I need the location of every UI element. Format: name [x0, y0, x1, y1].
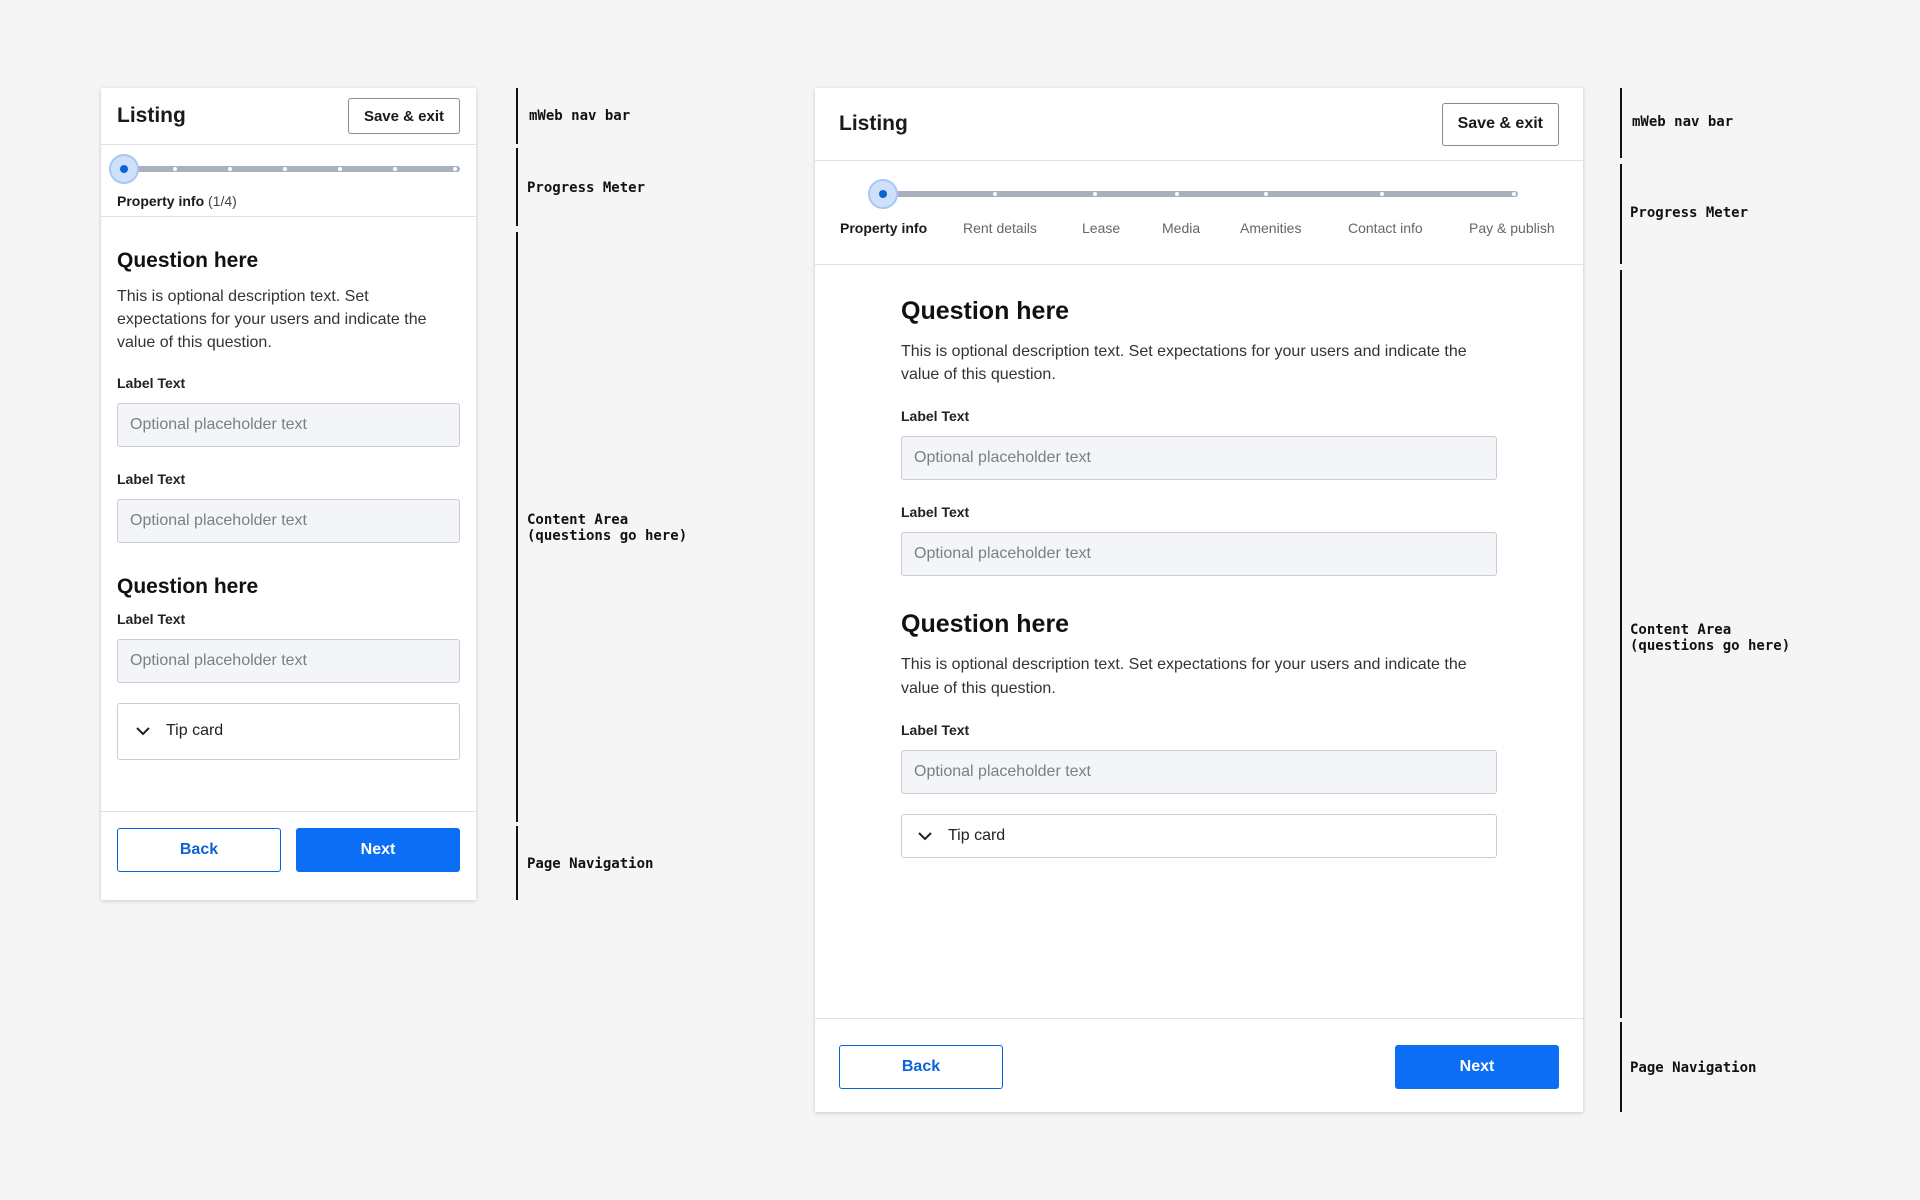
text-input[interactable]	[117, 402, 460, 447]
field-label: Label Text	[117, 470, 186, 487]
page-title: Listing	[117, 104, 186, 127]
tip-card[interactable]: Tip card	[901, 813, 1497, 858]
form-field: Label Text	[117, 375, 460, 447]
step-label-lease: Lease	[1082, 220, 1121, 236]
progress-step-label: Property info (1/4)	[117, 193, 237, 209]
step-label-amenities: Amenities	[1240, 220, 1302, 236]
progress-track	[121, 166, 460, 172]
annotation-nav-bar: mWeb nav bar	[1632, 114, 1734, 130]
next-button[interactable]: Next	[1395, 1045, 1559, 1089]
mobile-frame: Listing Save & exit Property info (1/4) …	[101, 88, 476, 900]
mobile-content-area: Question here This is optional descripti…	[101, 217, 476, 812]
step-name: Property info	[117, 193, 205, 209]
step-count: (1/4)	[208, 193, 237, 209]
back-button[interactable]: Back	[117, 827, 281, 872]
annotation-line	[1620, 270, 1622, 1018]
text-input[interactable]	[117, 638, 460, 683]
step-label-contact-info: Contact info	[1348, 220, 1423, 236]
question-block: Question here Label Text	[117, 575, 460, 683]
question-block: Question here This is optional descripti…	[901, 610, 1497, 794]
text-input[interactable]	[901, 532, 1497, 577]
annotation-nav-bar: mWeb nav bar	[529, 108, 631, 124]
tip-card-label: Tip card	[166, 722, 224, 740]
desktop-progress-meter: Property info Rent details Lease Media A…	[815, 161, 1583, 265]
field-label: Label Text	[901, 504, 970, 521]
annotation-line	[1620, 88, 1622, 158]
chevron-down-icon	[916, 827, 934, 845]
annotation-line	[516, 148, 518, 226]
progress-dot	[228, 167, 232, 171]
form-field: Label Text	[901, 408, 1497, 481]
back-button[interactable]: Back	[839, 1045, 1003, 1089]
text-input[interactable]	[901, 436, 1497, 481]
progress-dot	[993, 192, 997, 196]
step-label-property-info: Property info	[840, 220, 928, 236]
tip-card-label: Tip card	[948, 826, 1006, 844]
progress-track	[885, 191, 1518, 197]
annotation-progress-meter: Progress Meter	[527, 180, 646, 196]
question-title: Question here	[901, 297, 1070, 325]
page-title: Listing	[839, 112, 908, 135]
next-button[interactable]: Next	[296, 827, 460, 872]
desktop-page-navigation: Back Next	[815, 1019, 1583, 1112]
annotation-line	[516, 232, 518, 822]
form-field: Label Text	[117, 611, 460, 683]
step-label-rent-details: Rent details	[963, 220, 1037, 236]
field-label: Label Text	[117, 610, 186, 627]
step-label-media: Media	[1162, 220, 1201, 236]
progress-dot	[1175, 192, 1179, 196]
annotation-line	[1620, 164, 1622, 264]
mobile-nav-bar: Listing Save & exit	[101, 88, 476, 145]
progress-dot	[1512, 192, 1516, 196]
progress-dot	[453, 167, 457, 171]
field-label: Label Text	[901, 721, 970, 738]
progress-current-node	[868, 179, 898, 209]
progress-dot	[283, 167, 287, 171]
mobile-progress-meter: Property info (1/4)	[101, 145, 476, 217]
text-input[interactable]	[901, 749, 1497, 794]
question-description: This is optional description text. Set e…	[901, 343, 1467, 384]
field-label: Label Text	[117, 374, 186, 391]
annotation-line	[516, 88, 518, 144]
save-exit-button[interactable]: Save & exit	[1441, 102, 1559, 146]
chevron-down-icon	[134, 722, 152, 740]
progress-dot	[173, 167, 177, 171]
field-label: Label Text	[901, 408, 970, 425]
question-title: Question here	[117, 249, 259, 272]
annotation-line	[516, 826, 518, 900]
progress-dot	[393, 167, 397, 171]
question-title: Question here	[901, 610, 1070, 639]
annotation-page-navigation: Page Navigation	[1630, 1060, 1757, 1076]
form-field: Label Text	[901, 504, 1497, 577]
form-field: Label Text	[901, 722, 1497, 794]
annotation-progress-meter: Progress Meter	[1630, 205, 1749, 221]
save-exit-button[interactable]: Save & exit	[347, 98, 460, 134]
progress-dot	[1380, 192, 1384, 196]
progress-dot	[1264, 192, 1268, 196]
mobile-page-navigation: Back Next	[101, 812, 476, 887]
annotation-line	[1620, 1022, 1622, 1112]
desktop-nav-bar: Listing Save & exit	[815, 88, 1583, 161]
step-label-pay-publish: Pay & publish	[1469, 220, 1555, 236]
desktop-content-area: Question here This is optional descripti…	[815, 265, 1583, 1019]
annotation-page-navigation: Page Navigation	[527, 856, 654, 872]
question-title: Question here	[117, 574, 259, 598]
progress-current-node	[109, 154, 139, 184]
annotation-content-area: Content Area (questions go here)	[527, 512, 688, 545]
desktop-frame: Listing Save & exit Property info Rent d…	[815, 88, 1583, 1112]
form-field: Label Text	[117, 471, 460, 543]
annotation-content-area: Content Area (questions go here)	[1630, 622, 1791, 655]
progress-dot	[1093, 192, 1097, 196]
question-description: This is optional description text. Set e…	[117, 288, 427, 352]
question-description: This is optional description text. Set e…	[901, 656, 1467, 697]
question-block: Question here This is optional descripti…	[117, 249, 460, 543]
progress-dot	[338, 167, 342, 171]
question-block: Question here This is optional descripti…	[901, 297, 1497, 577]
tip-card[interactable]: Tip card	[117, 702, 460, 760]
text-input[interactable]	[117, 498, 460, 543]
